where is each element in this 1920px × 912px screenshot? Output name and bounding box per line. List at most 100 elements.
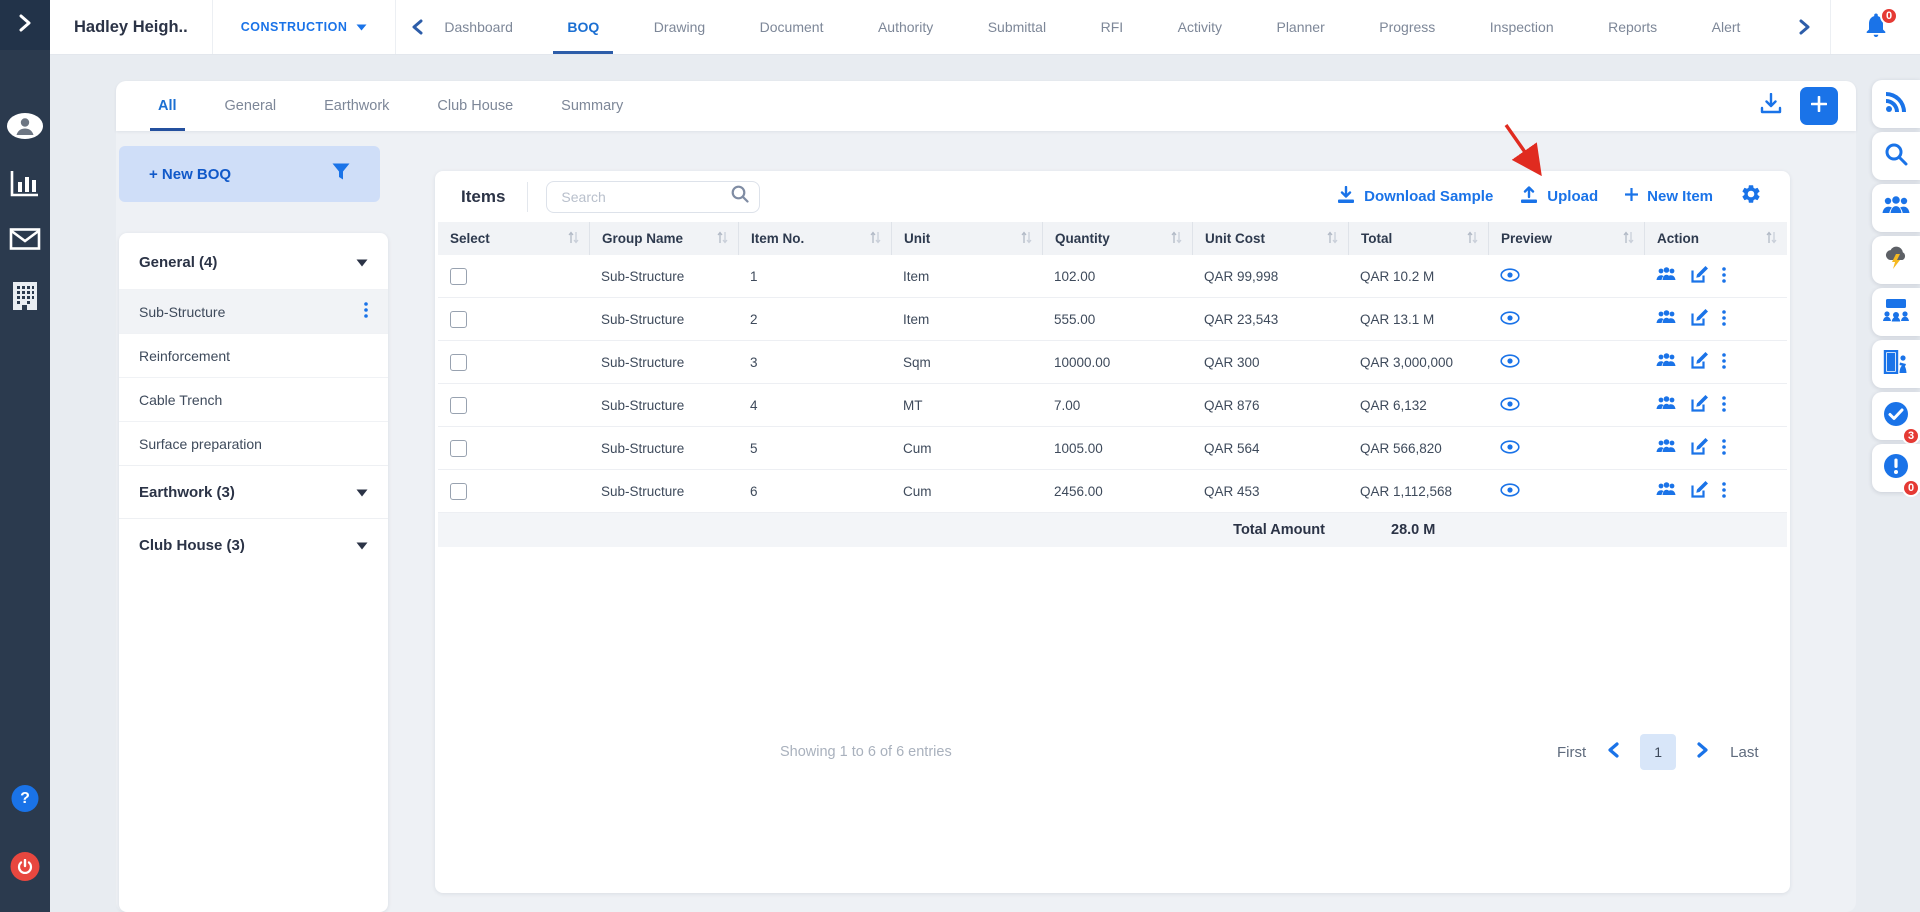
sort-icon[interactable] [1467,231,1478,247]
upload-button[interactable]: Upload [1520,186,1598,208]
pagination-prev-icon[interactable] [1607,742,1619,763]
row-menu-icon[interactable] [1722,482,1726,501]
building-icon[interactable] [11,281,39,311]
notifications-button[interactable]: 0 [1830,0,1920,54]
preview-eye-icon[interactable] [1500,354,1520,371]
edit-icon[interactable] [1691,438,1708,458]
row-checkbox[interactable] [450,311,467,328]
row-menu-icon[interactable] [1722,310,1726,329]
preview-eye-icon[interactable] [1500,483,1520,500]
edit-icon[interactable] [1691,481,1708,501]
column-header-group-name[interactable]: Group Name [589,222,738,255]
row-checkbox[interactable] [450,268,467,285]
row-menu-icon[interactable] [1722,353,1726,372]
rail-feed-button[interactable] [1872,80,1920,128]
kebab-menu-icon[interactable] [364,302,368,321]
pagination-first[interactable]: First [1557,744,1586,761]
sort-icon[interactable] [1171,231,1182,247]
filter-funnel-icon[interactable] [332,163,350,185]
row-menu-icon[interactable] [1722,439,1726,458]
download-sample-button[interactable]: Download Sample [1337,186,1493,208]
module-selector[interactable]: CONSTRUCTION [213,0,397,54]
sort-icon[interactable] [1623,231,1634,247]
table-settings-gear-icon[interactable] [1740,183,1762,210]
row-menu-icon[interactable] [1722,267,1726,286]
tab-rfi[interactable]: RFI [1095,0,1130,54]
column-header-unit-cost[interactable]: Unit Cost [1192,222,1348,255]
nav-scroll-left-button[interactable] [396,0,438,54]
pagination-last[interactable]: Last [1730,744,1758,761]
section-tab-summary[interactable]: Summary [537,81,647,131]
column-header-unit[interactable]: Unit [891,222,1042,255]
edit-icon[interactable] [1691,395,1708,415]
sidebar-expand-button[interactable] [0,0,50,50]
sort-icon[interactable] [1021,231,1032,247]
column-header-quantity[interactable]: Quantity [1042,222,1192,255]
row-checkbox[interactable] [450,440,467,457]
mail-icon[interactable] [10,228,41,250]
column-header-preview[interactable]: Preview [1488,222,1644,255]
items-search-box[interactable] [546,181,760,213]
sort-icon[interactable] [1327,231,1338,247]
section-tab-earthwork[interactable]: Earthwork [300,81,413,131]
row-checkbox[interactable] [450,483,467,500]
tree-item-sub-structure[interactable]: Sub-Structure [119,289,388,333]
tab-boq[interactable]: BOQ [561,0,605,54]
edit-icon[interactable] [1691,352,1708,372]
tab-reports[interactable]: Reports [1602,0,1663,54]
sort-icon[interactable] [1766,231,1777,247]
preview-eye-icon[interactable] [1500,311,1520,328]
tree-item-surface-preparation[interactable]: Surface preparation [119,421,388,465]
tab-authority[interactable]: Authority [872,0,939,54]
help-icon[interactable]: ? [12,785,39,812]
tree-item-cable-trench[interactable]: Cable Trench [119,377,388,421]
column-header-item-no[interactable]: Item No. [738,222,891,255]
nav-scroll-right-button[interactable] [1789,0,1820,54]
export-download-icon[interactable] [1760,93,1782,119]
profile-avatar[interactable] [6,112,44,140]
column-header-select[interactable]: Select [438,222,589,255]
add-boq-section-button[interactable] [1800,87,1838,125]
assign-users-icon[interactable] [1656,353,1677,371]
logout-power-icon[interactable] [11,852,40,881]
bar-chart-icon[interactable] [10,170,40,198]
rail-site-exit-button[interactable] [1872,340,1920,388]
sort-icon[interactable] [568,231,579,247]
rail-team-button[interactable] [1872,184,1920,232]
section-tab-general[interactable]: General [201,81,301,131]
section-tab-all[interactable]: All [134,81,201,131]
edit-icon[interactable] [1691,309,1708,329]
tab-progress[interactable]: Progress [1373,0,1441,54]
tab-activity[interactable]: Activity [1172,0,1228,54]
sort-icon[interactable] [870,231,881,247]
preview-eye-icon[interactable] [1500,397,1520,414]
tab-planner[interactable]: Planner [1270,0,1330,54]
tab-alert[interactable]: Alert [1706,0,1747,54]
search-icon[interactable] [731,185,749,208]
tab-dashboard[interactable]: Dashboard [438,0,519,54]
rail-meeting-button[interactable] [1872,288,1920,336]
sort-icon[interactable] [717,231,728,247]
column-header-action[interactable]: Action [1644,222,1787,255]
new-item-button[interactable]: New Item [1625,188,1713,205]
row-checkbox[interactable] [450,397,467,414]
row-menu-icon[interactable] [1722,396,1726,415]
assign-users-icon[interactable] [1656,482,1677,500]
rail-weather-button[interactable] [1872,236,1920,284]
preview-eye-icon[interactable] [1500,268,1520,285]
rail-alerts-button[interactable]: 0 [1872,444,1920,492]
section-tab-club-house[interactable]: Club House [413,81,537,131]
assign-users-icon[interactable] [1656,267,1677,285]
tab-submittal[interactable]: Submittal [982,0,1052,54]
row-checkbox[interactable] [450,354,467,371]
tab-drawing[interactable]: Drawing [648,0,711,54]
assign-users-icon[interactable] [1656,439,1677,457]
tab-inspection[interactable]: Inspection [1484,0,1560,54]
search-input[interactable] [559,188,731,206]
edit-icon[interactable] [1691,266,1708,286]
pagination-page-1[interactable]: 1 [1640,734,1676,770]
rail-search-button[interactable] [1872,132,1920,180]
preview-eye-icon[interactable] [1500,440,1520,457]
tree-group-club-house[interactable]: Club House (3) [119,518,388,571]
tab-document[interactable]: Document [754,0,830,54]
